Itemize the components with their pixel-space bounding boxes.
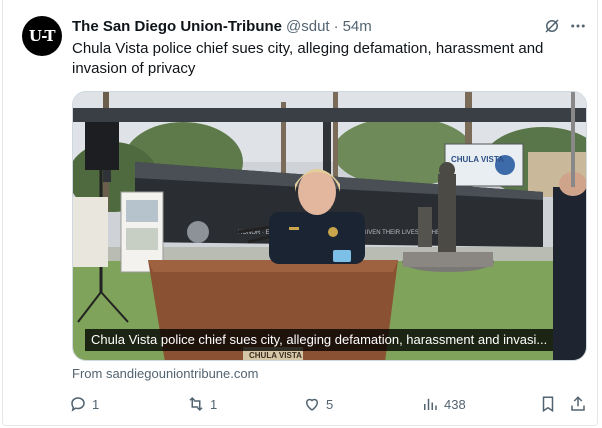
- like-button[interactable]: 5: [303, 394, 333, 414]
- podium-label: CHULA VISTA: [249, 351, 302, 360]
- user-handle[interactable]: @sdut: [286, 18, 330, 35]
- sign-text: CHULA VISTA: [451, 155, 504, 164]
- reply-count: 1: [92, 396, 100, 412]
- avatar-logo-text: U-T: [28, 27, 56, 45]
- tweet-header: The San Diego Union-Tribune @sdut · 54m: [72, 16, 372, 36]
- avatar[interactable]: U-T: [22, 16, 62, 56]
- tweet-text: Chula Vista police chief sues city, alle…: [72, 40, 544, 77]
- views-icon: [424, 398, 437, 410]
- media-video[interactable]: CHULA VISTA HONOR · ENFORCEMENT OFFICERS…: [72, 91, 587, 361]
- video-caption: Chula Vista police chief sues city, alle…: [85, 329, 554, 351]
- share-icon: [571, 396, 585, 411]
- views-button[interactable]: 438: [421, 394, 466, 414]
- like-count: 5: [326, 396, 334, 412]
- more-icon[interactable]: [568, 16, 588, 36]
- heart-icon: [305, 398, 319, 411]
- action-bar: 1 1 5 438: [63, 394, 593, 414]
- grok-icon[interactable]: [542, 16, 562, 36]
- retweet-count: 1: [210, 396, 218, 412]
- display-name[interactable]: The San Diego Union-Tribune: [72, 18, 282, 35]
- retweet-icon: [189, 396, 203, 412]
- tweet-card[interactable]: U-T The San Diego Union-Tribune @sdut · …: [2, 0, 598, 426]
- reply-button[interactable]: 1: [69, 394, 99, 414]
- views-count: 438: [444, 396, 466, 412]
- retweet-button[interactable]: 1: [187, 394, 217, 414]
- bookmark-button[interactable]: [539, 394, 557, 414]
- timestamp[interactable]: 54m: [343, 18, 372, 35]
- reply-icon: [71, 397, 85, 412]
- separator-dot: ·: [333, 17, 339, 35]
- share-button[interactable]: [569, 394, 587, 414]
- source-link[interactable]: From sandiegouniontribune.com: [72, 366, 258, 381]
- press-conference-image: CHULA VISTA HONOR · ENFORCEMENT OFFICERS…: [73, 92, 586, 360]
- bookmark-icon: [542, 396, 554, 413]
